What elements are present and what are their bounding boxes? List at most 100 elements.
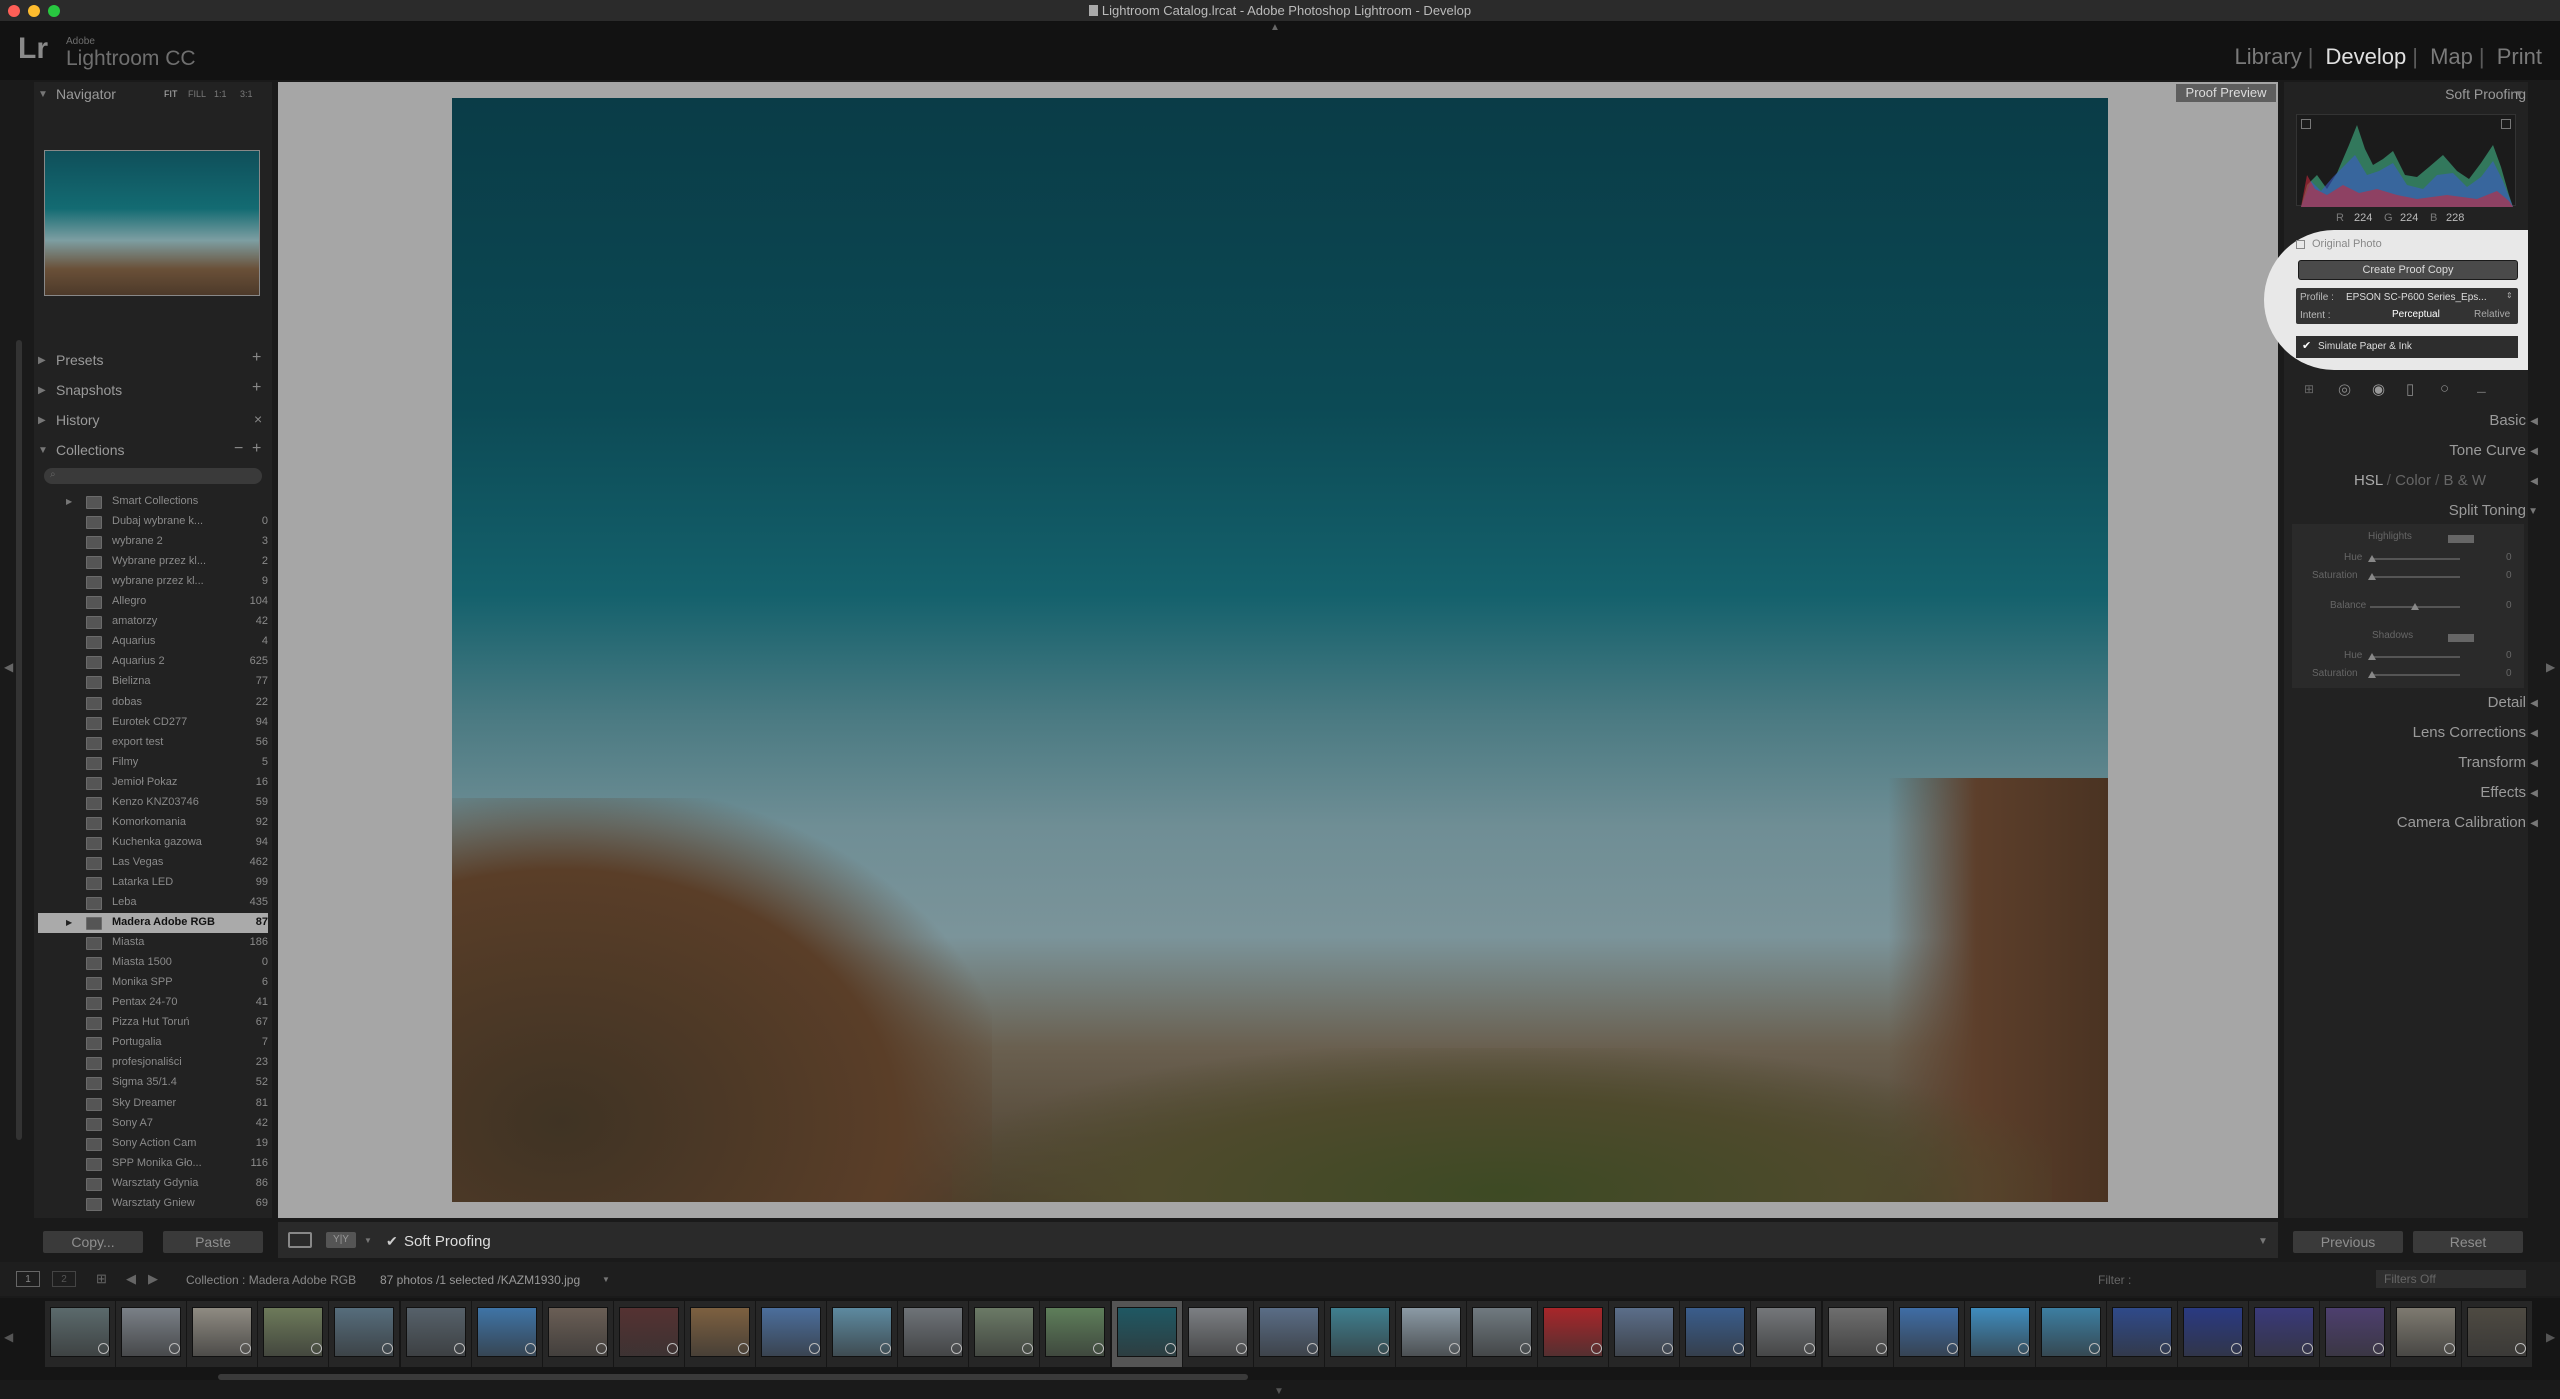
collection-item[interactable]: ▶ Smart Collections [38, 492, 268, 512]
bw-tab[interactable]: B & W [2444, 472, 2487, 489]
collection-item[interactable]: Las Vegas 462 [38, 853, 268, 873]
collection-item[interactable]: Bielizna 77 [38, 672, 268, 692]
history-title[interactable]: History [56, 412, 100, 428]
profile-select[interactable]: EPSON SC-P600 Series_Eps... [2346, 292, 2487, 303]
lens-disclosure-icon[interactable]: ◀ [2530, 728, 2538, 739]
red-eye-icon[interactable]: ◉ [2372, 380, 2385, 398]
module-library[interactable]: Library [2228, 44, 2307, 69]
shadows-saturation-knob[interactable] [2368, 671, 2376, 678]
adjustment-brush-icon[interactable]: ⚊ [2476, 382, 2487, 396]
collection-item[interactable]: Warsztaty Gniew 69 [38, 1194, 268, 1214]
collection-filter-input[interactable]: ⌕ [44, 468, 262, 484]
shadows-saturation-value[interactable]: 0 [2506, 668, 2512, 679]
source-dropdown-icon[interactable]: ▼ [602, 1275, 610, 1284]
simulate-paper-checkbox[interactable]: ✔ [2302, 339, 2311, 352]
original-photo-checkbox[interactable] [2296, 240, 2305, 249]
shadow-clipping-indicator[interactable] [2301, 119, 2311, 129]
collection-item[interactable]: Warsztaty Gdynia 86 [38, 1174, 268, 1194]
tone-curve-disclosure-icon[interactable]: ◀ [2530, 446, 2538, 457]
photos-count-info[interactable]: 87 photos /1 selected /KAZM1930.jpg [380, 1273, 580, 1287]
detail-panel-title[interactable]: Detail [2488, 694, 2526, 711]
filter-preset-select[interactable]: Filters Off [2376, 1270, 2526, 1288]
zoom-3to1[interactable]: 3:1 [240, 89, 253, 99]
collection-item[interactable]: Portugalia 7 [38, 1033, 268, 1053]
shadows-color-swatch[interactable] [2448, 634, 2474, 642]
collection-item[interactable]: profesjonaliści 23 [38, 1053, 268, 1073]
collection-item[interactable]: Filmy 5 [38, 753, 268, 773]
filmstrip-scroll-right-icon[interactable]: ▶ [2546, 1330, 2555, 1344]
collection-disclosure-icon[interactable]: ▶ [66, 497, 72, 506]
collection-item[interactable]: SPP Monika Gło... 116 [38, 1154, 268, 1174]
highlights-color-swatch[interactable] [2448, 535, 2474, 543]
zoom-fit[interactable]: FIT [164, 89, 178, 99]
shadows-saturation-slider[interactable] [2370, 674, 2460, 676]
collection-item[interactable]: Miasta 1500 0 [38, 953, 268, 973]
reset-button[interactable]: Reset [2412, 1230, 2524, 1254]
balance-knob[interactable] [2411, 603, 2419, 610]
collection-source-label[interactable]: Collection : Madera Adobe RGB [186, 1273, 356, 1287]
split-toning-disclosure-icon[interactable]: ▼ [2528, 506, 2538, 517]
zoom-fill[interactable]: FILL [188, 89, 206, 99]
collection-item[interactable]: wybrane przez kl... 9 [38, 572, 268, 592]
presets-title[interactable]: Presets [56, 352, 103, 368]
transform-panel-title[interactable]: Transform [2458, 754, 2526, 771]
radial-filter-icon[interactable]: ○ [2440, 380, 2449, 397]
soft-proofing-disclosure-icon[interactable]: ▼ [2514, 89, 2524, 100]
highlights-hue-knob[interactable] [2368, 555, 2376, 562]
remove-collection-icon[interactable]: − [234, 440, 243, 458]
collapse-right-panel-icon[interactable]: ▶ [2546, 660, 2555, 674]
profile-dropdown-icon[interactable]: ⇕ [2506, 291, 2513, 300]
collection-item[interactable]: ▶ Madera Adobe RGB 87 [38, 913, 268, 934]
collapse-top-panel-icon[interactable]: ▲ [1270, 22, 1280, 33]
module-develop[interactable]: Develop [2320, 44, 2413, 69]
effects-disclosure-icon[interactable]: ◀ [2530, 788, 2538, 799]
hsl-disclosure-icon[interactable]: ◀ [2530, 476, 2538, 487]
crop-tool-icon[interactable]: ⊞ [2304, 382, 2314, 396]
histogram[interactable] [2296, 114, 2516, 207]
highlights-hue-slider[interactable] [2370, 558, 2460, 560]
calibration-disclosure-icon[interactable]: ◀ [2530, 818, 2538, 829]
collection-item[interactable]: amatorzy 42 [38, 612, 268, 632]
toolbar-menu-icon[interactable]: ▼ [2258, 1236, 2268, 1247]
collection-item[interactable]: export test 56 [38, 733, 268, 753]
collection-item[interactable]: Allegro 104 [38, 592, 268, 612]
collection-item[interactable]: Monika SPP 6 [38, 973, 268, 993]
balance-value[interactable]: 0 [2506, 600, 2512, 611]
highlights-saturation-knob[interactable] [2368, 573, 2376, 580]
snapshots-title[interactable]: Snapshots [56, 382, 122, 398]
previous-button[interactable]: Previous [2292, 1230, 2404, 1254]
collection-item[interactable]: Pizza Hut Toruń 67 [38, 1013, 268, 1033]
collection-item[interactable]: Kenzo KNZ03746 59 [38, 793, 268, 813]
add-snapshot-icon[interactable]: + [252, 379, 261, 397]
basic-panel-title[interactable]: Basic [2489, 412, 2526, 429]
highlights-saturation-value[interactable]: 0 [2506, 570, 2512, 581]
collection-item[interactable]: Latarka LED 99 [38, 873, 268, 893]
collection-item[interactable]: Dubaj wybrane k... 0 [38, 512, 268, 532]
add-preset-icon[interactable]: + [252, 349, 261, 367]
zoom-1to1[interactable]: 1:1 [214, 89, 227, 99]
highlights-saturation-slider[interactable] [2370, 576, 2460, 578]
collection-item[interactable]: Sony A7 42 [38, 1114, 268, 1134]
filmstrip-scroll-left-icon[interactable]: ◀ [4, 1330, 13, 1344]
collection-item[interactable]: Aquarius 4 [38, 632, 268, 652]
collection-item[interactable]: Sony Action Cam 19 [38, 1134, 268, 1154]
module-print[interactable]: Print [2491, 44, 2548, 69]
collection-item[interactable]: Sky Dreamer 81 [38, 1094, 268, 1114]
forward-arrow-icon[interactable]: ▶ [148, 1271, 158, 1287]
shadows-hue-value[interactable]: 0 [2506, 650, 2512, 661]
paste-settings-button[interactable]: Paste [162, 1230, 264, 1254]
detail-disclosure-icon[interactable]: ◀ [2530, 698, 2538, 709]
split-toning-panel-title[interactable]: Split Toning [2449, 502, 2526, 519]
create-proof-copy-button[interactable]: Create Proof Copy [2298, 260, 2518, 280]
shadows-hue-knob[interactable] [2368, 653, 2376, 660]
collections-disclosure-icon[interactable]: ▼ [38, 445, 48, 456]
collection-item[interactable]: Wybrane przez kl... 2 [38, 552, 268, 572]
history-disclosure-icon[interactable]: ▶ [38, 415, 46, 426]
collection-item[interactable]: Eurotek CD277 94 [38, 713, 268, 733]
collection-item[interactable]: Pentax 24-70 41 [38, 993, 268, 1013]
effects-panel-title[interactable]: Effects [2480, 784, 2526, 801]
main-window-button[interactable]: 1 [16, 1271, 40, 1287]
secondary-window-button[interactable]: 2 [52, 1271, 76, 1287]
basic-disclosure-icon[interactable]: ◀ [2530, 416, 2538, 427]
collection-item[interactable]: Aquarius 2 625 [38, 652, 268, 672]
